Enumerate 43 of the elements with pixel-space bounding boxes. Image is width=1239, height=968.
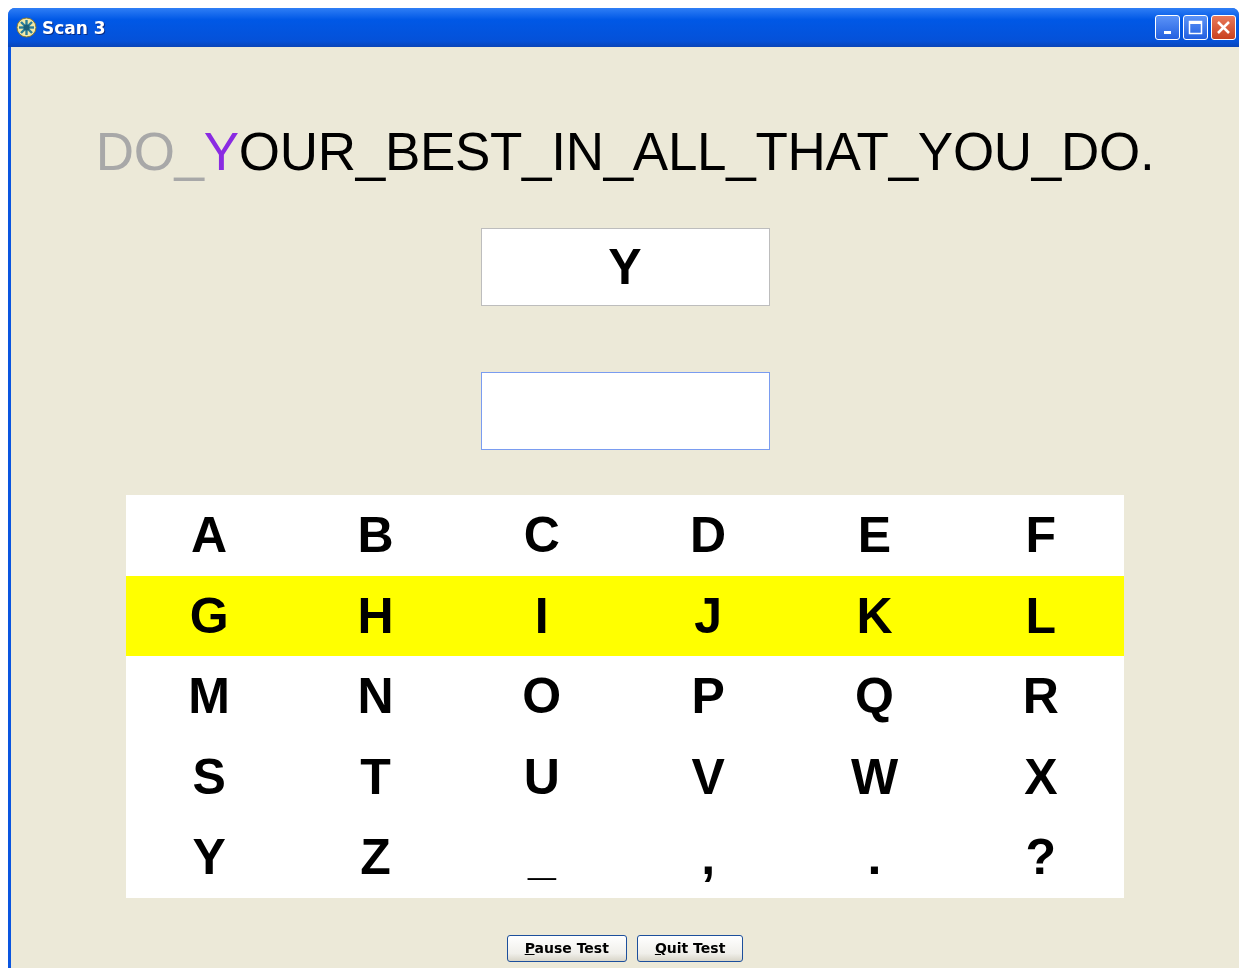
minimize-button[interactable]	[1155, 15, 1180, 40]
letter-key[interactable]: C	[458, 495, 625, 576]
letter-key[interactable]: ,	[625, 817, 792, 898]
letter-key[interactable]: ?	[957, 817, 1124, 898]
letter-key[interactable]: O	[458, 656, 625, 737]
letter-key[interactable]: R	[957, 656, 1124, 737]
letter-key[interactable]: D	[625, 495, 792, 576]
test-button[interactable]: Pause Test	[506, 934, 627, 962]
letter-key[interactable]: P	[625, 656, 792, 737]
letter-key[interactable]: X	[957, 736, 1124, 817]
letter-key[interactable]: A	[126, 495, 293, 576]
letter-key[interactable]: Q	[791, 656, 958, 737]
minimize-icon	[1164, 30, 1171, 34]
close-button[interactable]	[1211, 15, 1236, 40]
letter-key[interactable]: .	[791, 817, 958, 898]
letter-key[interactable]: I	[458, 575, 625, 656]
test-button[interactable]: Quit Test	[636, 934, 744, 962]
letter-key[interactable]: F	[957, 495, 1124, 576]
sentence-text: DO_YOUR_BEST_IN_ALL_THAT_YOU_DO.	[95, 121, 1155, 182]
answer-field[interactable]	[480, 372, 770, 450]
letter-key[interactable]: H	[292, 575, 459, 656]
maximize-button[interactable]	[1183, 15, 1208, 40]
letter-key[interactable]: V	[625, 736, 792, 817]
close-icon	[1216, 20, 1231, 35]
letter-key[interactable]: M	[126, 656, 293, 737]
window-title: Scan 3	[42, 17, 107, 38]
letter-key[interactable]: J	[625, 575, 792, 656]
letter-key[interactable]: N	[292, 656, 459, 737]
letter-key[interactable]: G	[126, 575, 293, 656]
letter-key[interactable]: K	[791, 575, 958, 656]
letter-key[interactable]: E	[791, 495, 958, 576]
maximize-icon	[1188, 20, 1203, 35]
letter-key[interactable]: U	[458, 736, 625, 817]
letter-key[interactable]: Y	[126, 817, 293, 898]
letter-key[interactable]: _	[458, 817, 625, 898]
letter-key[interactable]: S	[126, 736, 293, 817]
letter-key[interactable]: Z	[292, 817, 459, 898]
letter-key[interactable]: T	[292, 736, 459, 817]
letter-key[interactable]: W	[791, 736, 958, 817]
letter-key[interactable]: B	[292, 495, 459, 576]
target-letter: Y	[480, 228, 770, 306]
letter-key[interactable]: L	[957, 575, 1124, 656]
app-icon	[16, 17, 37, 38]
